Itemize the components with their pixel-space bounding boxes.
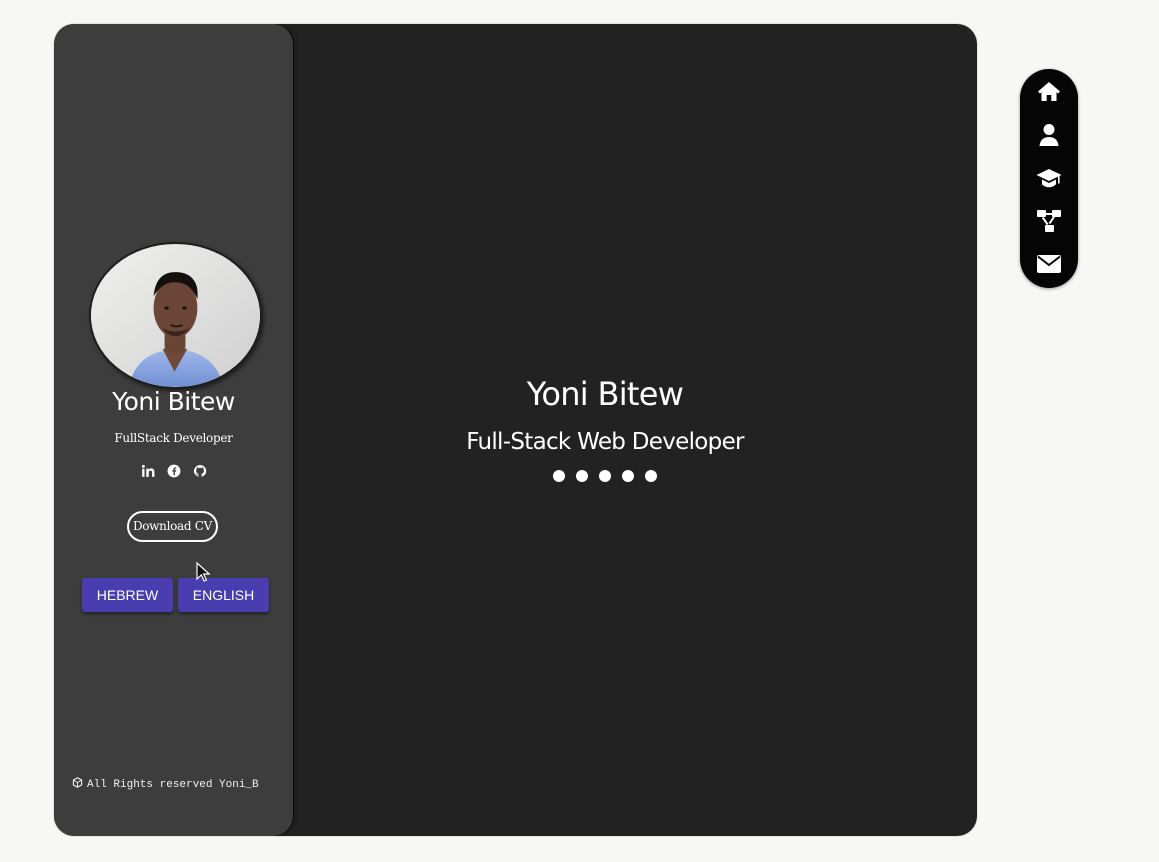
hero-section: Yoni Bitew Full-Stack Web Developer (293, 24, 977, 836)
loading-dot (599, 470, 611, 482)
copyright-footer: All Rights reserved Yoni_B (72, 777, 277, 791)
profile-role: FullStack Developer (114, 431, 233, 445)
language-buttons: HEBREW ENGLISH (82, 578, 269, 612)
english-button[interactable]: ENGLISH (178, 578, 269, 612)
hero-role: Full-Stack Web Developer (466, 429, 744, 455)
linkedin-icon[interactable] (141, 464, 155, 478)
portfolio-card: Yoni Bitew FullStack Developer Download … (54, 24, 977, 836)
envelope-icon[interactable] (1035, 250, 1063, 278)
loading-dots (551, 468, 663, 484)
facebook-icon[interactable] (167, 464, 181, 478)
github-icon[interactable] (193, 464, 207, 478)
profile-name: Yoni Bitew (112, 387, 235, 416)
loading-dot (576, 470, 588, 482)
loading-dot (645, 470, 657, 482)
hero-name: Yoni Bitew (526, 375, 684, 413)
graduation-cap-icon[interactable] (1035, 164, 1063, 192)
loading-dot (553, 470, 565, 482)
profile-sidebar: Yoni Bitew FullStack Developer Download … (54, 24, 293, 836)
home-icon[interactable] (1035, 77, 1063, 105)
sitemap-icon[interactable] (1035, 207, 1063, 235)
user-icon[interactable] (1035, 121, 1063, 149)
social-links (54, 464, 293, 478)
hebrew-button[interactable]: HEBREW (82, 578, 173, 612)
copyright-icon (72, 777, 83, 788)
right-navigation (1020, 69, 1078, 288)
profile-avatar (89, 242, 262, 389)
copyright-text: All Rights reserved Yoni_B (87, 779, 259, 791)
loading-dot (622, 470, 634, 482)
download-cv-button[interactable]: Download CV (127, 511, 218, 542)
